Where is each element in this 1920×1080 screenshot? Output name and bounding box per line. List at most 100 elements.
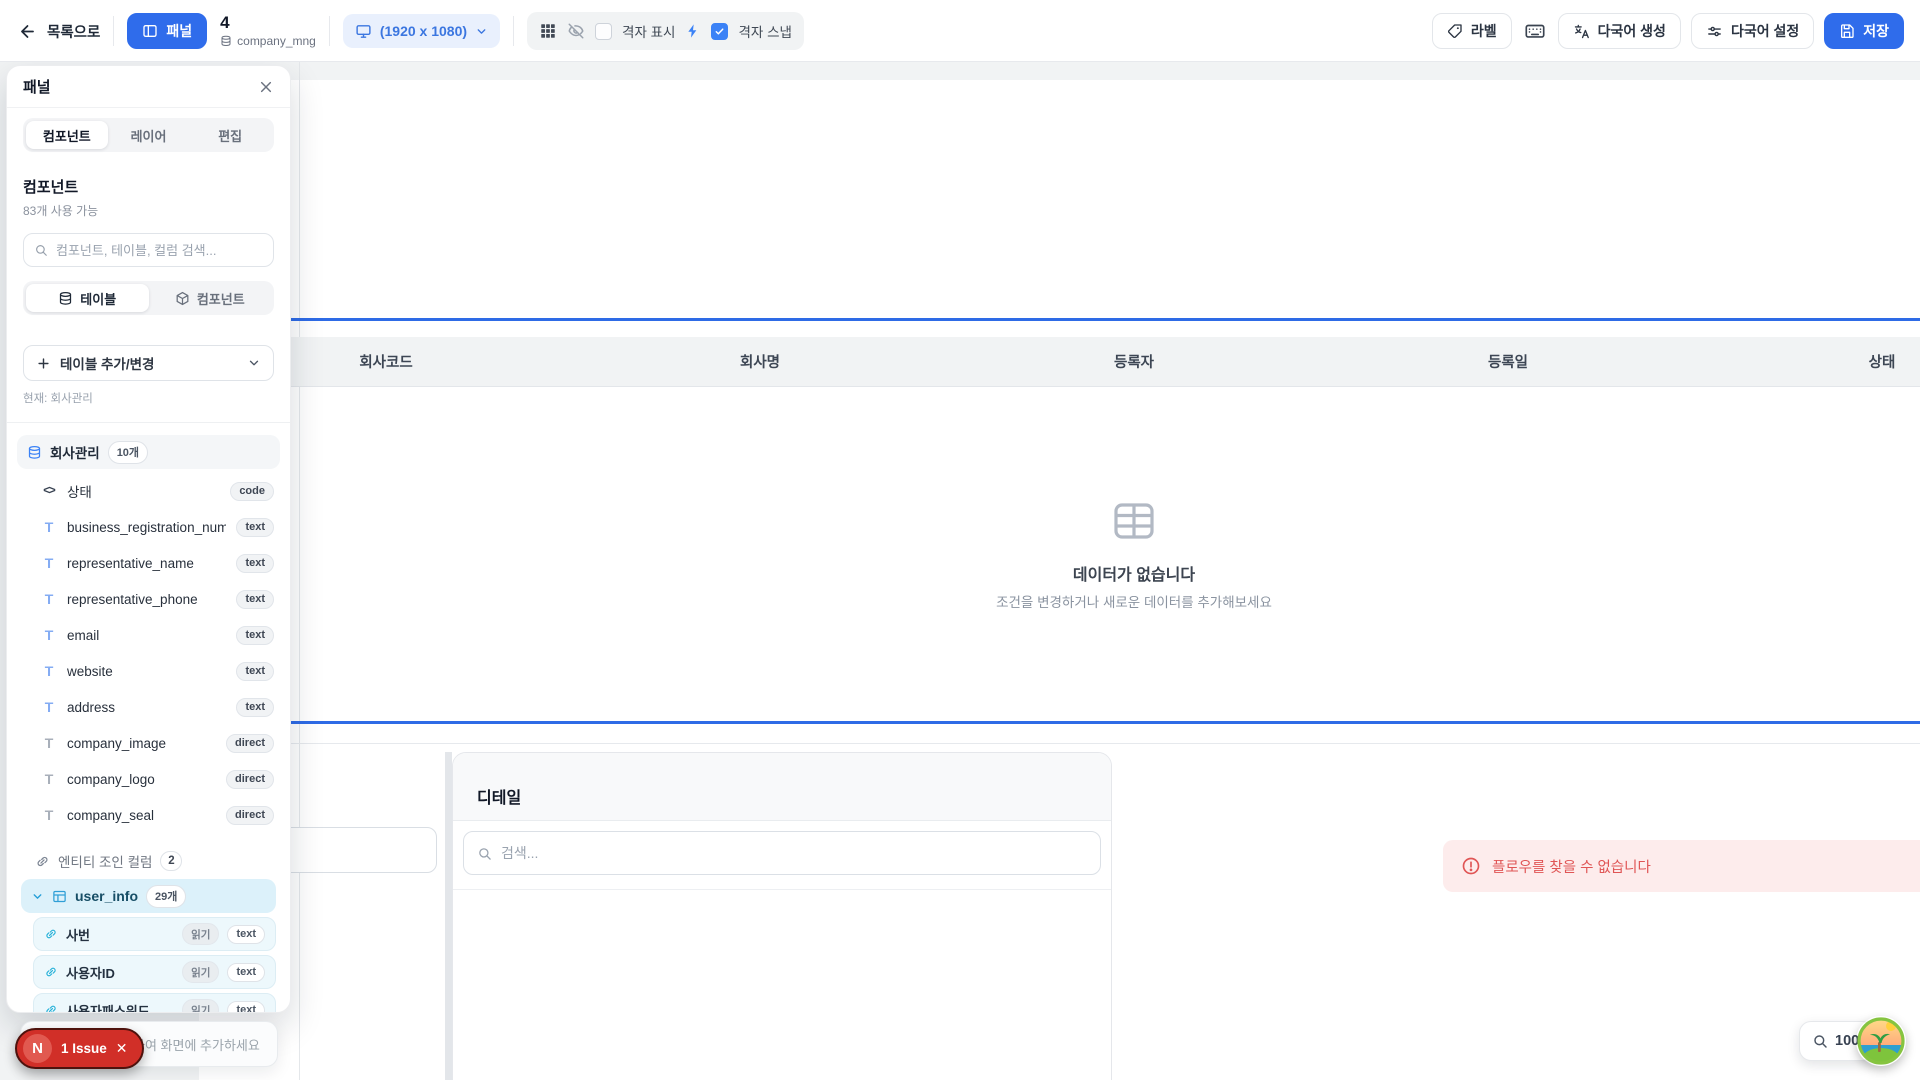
detail-panel: 디테일 bbox=[452, 752, 1112, 1080]
issue-badge[interactable]: N 1 Issue ✕ bbox=[15, 1028, 144, 1069]
tab-components[interactable]: 컴포넌트 bbox=[26, 121, 108, 149]
joined-table-name: user_info bbox=[75, 888, 138, 904]
field-type-icon: T bbox=[41, 735, 57, 751]
add-table-label: 테이블 추가/변경 bbox=[60, 353, 238, 373]
field-type-icon: T bbox=[41, 771, 57, 787]
field-type-badge: direct bbox=[226, 734, 274, 753]
link-icon bbox=[35, 854, 50, 869]
i18n-settings-label: 다국어 설정 bbox=[1731, 21, 1799, 41]
table-column-header[interactable]: 회사명 bbox=[573, 337, 947, 386]
current-table-label: 현재: 회사관리 bbox=[23, 390, 274, 406]
top-toolbar: 목록으로 패널 4 company_mng bbox=[0, 0, 1920, 62]
join-field-row[interactable]: 사용자패스워드 읽기 text bbox=[33, 993, 276, 1013]
join-field-row[interactable]: 사용자ID 읽기 text bbox=[33, 955, 276, 989]
field-row[interactable]: T company_seal direct bbox=[7, 797, 290, 833]
field-name: company_seal bbox=[67, 808, 216, 823]
database-icon bbox=[27, 445, 42, 460]
grid-show-checkbox[interactable] bbox=[595, 23, 612, 40]
bound-table-name: company_mng bbox=[237, 34, 316, 48]
resolution-value: (1920 x 1080) bbox=[380, 23, 467, 39]
field-row[interactable]: <> 상태 code bbox=[7, 473, 290, 509]
entity-join-label: 엔티티 조인 컬럼 bbox=[58, 851, 152, 871]
save-button[interactable]: 저장 bbox=[1824, 13, 1904, 49]
field-type-badge: code bbox=[230, 482, 274, 501]
close-icon[interactable] bbox=[258, 79, 274, 95]
i18n-settings-button[interactable]: 다국어 설정 bbox=[1691, 13, 1814, 49]
source-toggle: 테이블 컴포넌트 bbox=[23, 281, 274, 315]
field-type-icon: T bbox=[41, 591, 57, 607]
field-name: company_image bbox=[67, 736, 216, 751]
join-field-list: 사번 읽기 text 사용자ID 읽기 text 사용자패스워드 읽기 text bbox=[7, 917, 290, 1013]
field-type-icon: T bbox=[41, 519, 57, 535]
error-alert-text: 플로우를 찾을 수 없습니다 bbox=[1492, 856, 1651, 877]
table-column-header[interactable]: 등록자 bbox=[947, 337, 1321, 386]
tab-edit[interactable]: 편집 bbox=[189, 121, 271, 149]
plus-icon bbox=[36, 356, 51, 371]
field-type-badge: direct bbox=[226, 806, 274, 825]
island-widget-button[interactable] bbox=[1856, 1016, 1906, 1066]
data-table-header[interactable]: 회사코드 회사명 등록자 등록일 상태 bbox=[199, 337, 1920, 387]
join-field-name: 사용자패스워드 bbox=[66, 1001, 174, 1014]
back-to-list-button[interactable]: 목록으로 bbox=[18, 21, 100, 42]
vertical-splitter[interactable] bbox=[445, 752, 452, 1080]
field-name: address bbox=[67, 700, 226, 715]
lightning-icon bbox=[685, 23, 701, 39]
field-name: company_logo bbox=[67, 772, 216, 787]
keyboard-icon bbox=[1524, 20, 1546, 42]
field-row[interactable]: T company_image direct bbox=[7, 725, 290, 761]
table-selection-border-top[interactable] bbox=[199, 318, 1920, 321]
field-type-badge: text bbox=[236, 554, 274, 573]
field-type-badge: text bbox=[236, 662, 274, 681]
canvas-top-strip bbox=[199, 62, 1920, 80]
field-row[interactable]: T company_logo direct bbox=[7, 761, 290, 797]
field-name: representative_name bbox=[67, 556, 226, 571]
table-item-company-mng[interactable]: 회사관리 10개 bbox=[17, 435, 280, 469]
i18n-generate-label: 다국어 생성 bbox=[1598, 21, 1666, 41]
source-toggle-component[interactable]: 컴포넌트 bbox=[149, 284, 272, 312]
field-name: representative_phone bbox=[67, 592, 226, 607]
join-field-row[interactable]: 사번 읽기 text bbox=[33, 917, 276, 951]
close-icon[interactable]: ✕ bbox=[116, 1040, 128, 1057]
join-field-access-badge: 읽기 bbox=[182, 923, 219, 945]
detail-panel-header: 디테일 bbox=[453, 753, 1111, 821]
table-selection-border-bottom[interactable] bbox=[199, 721, 1920, 724]
add-table-dropdown[interactable]: 테이블 추가/변경 bbox=[23, 345, 274, 381]
field-row[interactable]: T business_registration_numb text bbox=[7, 509, 290, 545]
field-type-icon: T bbox=[41, 663, 57, 679]
search-icon bbox=[477, 846, 492, 861]
toolbar-divider bbox=[329, 16, 330, 46]
field-row[interactable]: T address text bbox=[7, 689, 290, 725]
label-button[interactable]: 라벨 bbox=[1432, 13, 1512, 49]
tab-layers[interactable]: 레이어 bbox=[108, 121, 190, 149]
resolution-selector[interactable]: (1920 x 1080) bbox=[343, 14, 500, 48]
field-row[interactable]: T representative_phone text bbox=[7, 581, 290, 617]
detail-search[interactable] bbox=[463, 831, 1101, 875]
grid-options-group: 격자 표시 격자 스냅 bbox=[527, 12, 804, 50]
magnifier-icon bbox=[1812, 1033, 1828, 1049]
field-row[interactable]: T email text bbox=[7, 617, 290, 653]
error-icon bbox=[1461, 856, 1481, 876]
component-search[interactable] bbox=[23, 233, 274, 267]
toolbar-divider bbox=[113, 16, 114, 46]
table-column-header[interactable]: 상태 bbox=[1695, 337, 1920, 386]
divider bbox=[7, 422, 290, 423]
detail-panel-title: 디테일 bbox=[477, 784, 521, 808]
keyboard-shortcuts-button[interactable] bbox=[1522, 20, 1548, 42]
grid-show-label: 격자 표시 bbox=[622, 21, 675, 41]
panel-icon bbox=[142, 23, 158, 39]
source-toggle-table-label: 테이블 bbox=[80, 289, 116, 308]
table-column-header[interactable]: 등록일 bbox=[1321, 337, 1695, 386]
detail-search-input[interactable] bbox=[501, 845, 1087, 861]
components-side-panel: 패널 컴포넌트 레이어 편집 컴포넌트 83개 사용 가능 bbox=[6, 65, 291, 1013]
source-toggle-table[interactable]: 테이블 bbox=[26, 284, 149, 312]
panel-toggle-button[interactable]: 패널 bbox=[127, 13, 207, 49]
data-table-empty-state: 데이터가 없습니다 조건을 변경하거나 새로운 데이터를 추가해보세요 bbox=[199, 387, 1920, 721]
grid-snap-checkbox[interactable] bbox=[711, 23, 728, 40]
save-button-label: 저장 bbox=[1863, 21, 1889, 41]
field-row[interactable]: T website text bbox=[7, 653, 290, 689]
i18n-generate-button[interactable]: 다국어 생성 bbox=[1558, 13, 1681, 49]
table-item-name: 회사관리 bbox=[50, 442, 100, 462]
field-row[interactable]: T representative_name text bbox=[7, 545, 290, 581]
component-search-input[interactable] bbox=[56, 243, 263, 258]
joined-table-user-info[interactable]: user_info 29개 bbox=[21, 879, 276, 913]
